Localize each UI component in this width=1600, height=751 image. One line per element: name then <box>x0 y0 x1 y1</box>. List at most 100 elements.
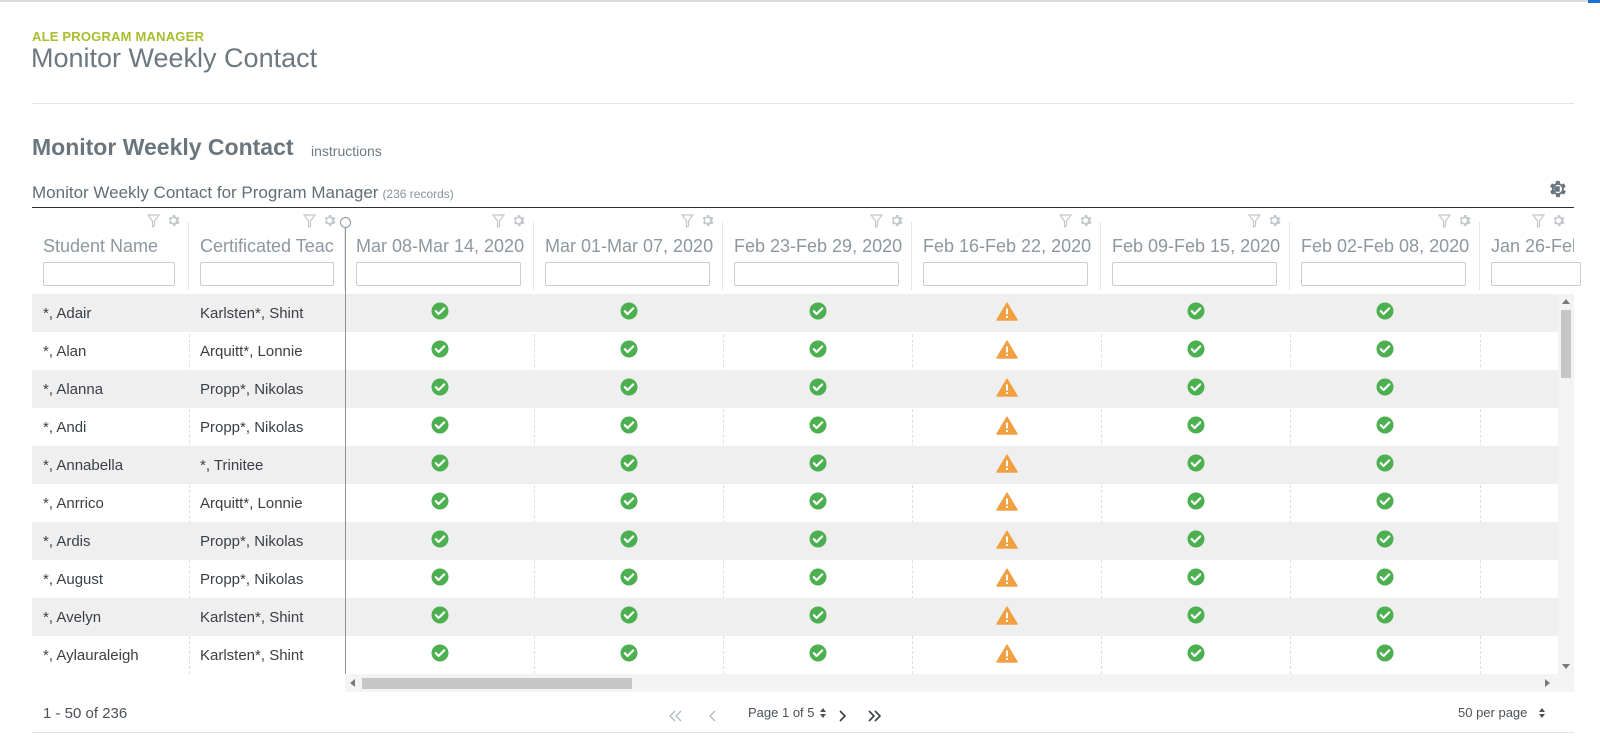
warning-triangle-icon <box>995 415 1018 439</box>
column-header-tools <box>491 213 526 233</box>
column-header[interactable]: Feb 16-Feb 22, 2020 <box>912 210 1101 292</box>
next-page-chevron-right-icon[interactable] <box>832 706 852 726</box>
table-row[interactable]: *, August Propp*, Nikolas <box>32 560 1558 598</box>
week-status-cell <box>1480 636 1558 674</box>
week-status-cell <box>723 484 912 522</box>
column-header[interactable]: Feb 09-Feb 15, 2020 <box>1101 210 1290 292</box>
column-filter-input[interactable] <box>356 262 521 286</box>
column-header[interactable]: Certificated Teac <box>189 210 345 292</box>
first-page-double-chevron-left-icon[interactable] <box>666 706 686 726</box>
filter-icon[interactable] <box>1058 213 1073 233</box>
column-settings-gear-icon[interactable] <box>1078 213 1093 233</box>
column-settings-gear-icon[interactable] <box>511 213 526 233</box>
table-row[interactable]: *, Ardis Propp*, Nikolas <box>32 522 1558 560</box>
column-settings-gear-icon[interactable] <box>322 213 337 233</box>
column-settings-gear-icon[interactable] <box>889 213 904 233</box>
week-status-cell <box>1101 560 1290 598</box>
student-name-cell: *, Ardis <box>43 532 91 550</box>
table-row[interactable]: *, Adair Karlsten*, Shint <box>32 294 1558 332</box>
check-circle-icon <box>1376 606 1394 628</box>
column-resize-handle[interactable] <box>340 217 351 228</box>
prev-page-chevron-left-icon[interactable] <box>703 706 723 726</box>
check-circle-icon <box>809 454 827 476</box>
check-circle-icon <box>431 416 449 438</box>
horizontal-scrollbar[interactable] <box>345 674 1574 692</box>
column-header[interactable]: Mar 08-Mar 14, 2020 <box>345 210 534 292</box>
table-row[interactable]: *, Alanna Propp*, Nikolas <box>32 370 1558 408</box>
week-status-cell <box>1290 294 1480 332</box>
page-select[interactable]: Page 1 of 5 <box>748 705 826 720</box>
week-status-cell <box>534 522 723 560</box>
page-label: Page 1 of 5 <box>748 705 815 720</box>
check-circle-icon <box>431 568 449 590</box>
column-header[interactable]: Feb 02-Feb 08, 2020 <box>1290 210 1480 292</box>
bottom-divider <box>32 732 1574 733</box>
last-page-double-chevron-right-icon[interactable] <box>864 706 884 726</box>
filter-icon[interactable] <box>869 213 884 233</box>
column-header[interactable]: Feb 23-Feb 29, 2020 <box>723 210 912 292</box>
column-header-tools <box>869 213 904 233</box>
table-row[interactable]: *, Annabella *, Trinitee <box>32 446 1558 484</box>
horizontal-scroll-thumb[interactable] <box>362 678 632 689</box>
week-status-cell <box>345 446 534 484</box>
week-status-cell <box>1101 522 1290 560</box>
column-header[interactable]: Student Name <box>32 210 189 292</box>
table-row[interactable]: *, Anrrico Arquitt*, Lonnie <box>32 484 1558 522</box>
column-settings-gear-icon[interactable] <box>1457 213 1472 233</box>
table-row[interactable]: *, Aylauraleigh Karlsten*, Shint <box>32 636 1558 674</box>
column-filter-input[interactable] <box>734 262 899 286</box>
scroll-up-icon[interactable] <box>1562 299 1570 304</box>
column-header[interactable]: Mar 01-Mar 07, 2020 <box>534 210 723 292</box>
table-row[interactable]: *, Andi Propp*, Nikolas <box>32 408 1558 446</box>
column-filter-input[interactable] <box>43 262 175 286</box>
vertical-scroll-thumb[interactable] <box>1561 310 1571 378</box>
top-border <box>0 0 1600 2</box>
instructions-link[interactable]: instructions <box>311 143 382 159</box>
scroll-left-icon[interactable] <box>350 679 355 687</box>
week-status-cell <box>1480 408 1558 446</box>
week-status-cell <box>345 370 534 408</box>
filter-icon[interactable] <box>1247 213 1262 233</box>
scroll-right-icon[interactable] <box>1545 679 1550 687</box>
check-circle-icon <box>620 454 638 476</box>
column-filter-input[interactable] <box>200 262 334 286</box>
week-status-cell <box>912 522 1101 560</box>
week-status-cell <box>912 598 1101 636</box>
grid-settings-gear-icon[interactable] <box>1546 178 1568 200</box>
warning-triangle-icon <box>995 529 1018 553</box>
week-status-cell <box>1101 446 1290 484</box>
filter-icon[interactable] <box>1531 213 1546 233</box>
per-page-select[interactable]: 50 per page <box>1458 705 1546 720</box>
week-status-cell <box>723 522 912 560</box>
filter-icon[interactable] <box>491 213 506 233</box>
scroll-down-icon[interactable] <box>1562 664 1570 669</box>
column-settings-gear-icon[interactable] <box>700 213 715 233</box>
filter-icon[interactable] <box>680 213 695 233</box>
check-circle-icon <box>620 340 638 362</box>
filter-icon[interactable] <box>146 213 161 233</box>
week-status-cell <box>1290 408 1480 446</box>
filter-icon[interactable] <box>1437 213 1452 233</box>
check-circle-icon <box>1376 492 1394 514</box>
student-name-cell: *, Anrrico <box>43 494 104 512</box>
table-row[interactable]: *, Avelyn Karlsten*, Shint <box>32 598 1558 636</box>
column-settings-gear-icon[interactable] <box>166 213 181 233</box>
week-status-cell <box>1290 522 1480 560</box>
column-filter-input[interactable] <box>1112 262 1277 286</box>
student-name-cell: *, Alanna <box>43 380 104 398</box>
week-status-cell <box>1101 408 1290 446</box>
week-status-cell <box>534 560 723 598</box>
column-filter-input[interactable] <box>1301 262 1466 286</box>
student-name-cell: *, Aylauraleigh <box>43 646 139 664</box>
filter-icon[interactable] <box>302 213 317 233</box>
table-row[interactable]: *, Alan Arquitt*, Lonnie <box>32 332 1558 370</box>
column-filter-input[interactable] <box>1491 262 1581 286</box>
column-settings-gear-icon[interactable] <box>1551 213 1566 233</box>
column-settings-gear-icon[interactable] <box>1267 213 1282 233</box>
column-filter-input[interactable] <box>923 262 1088 286</box>
column-filter-input[interactable] <box>545 262 710 286</box>
check-circle-icon <box>1187 568 1205 590</box>
column-header[interactable]: Jan 26-Feb <box>1480 210 1581 292</box>
teacher-cell: Arquitt*, Lonnie <box>200 494 303 512</box>
vertical-scrollbar[interactable] <box>1558 294 1574 674</box>
